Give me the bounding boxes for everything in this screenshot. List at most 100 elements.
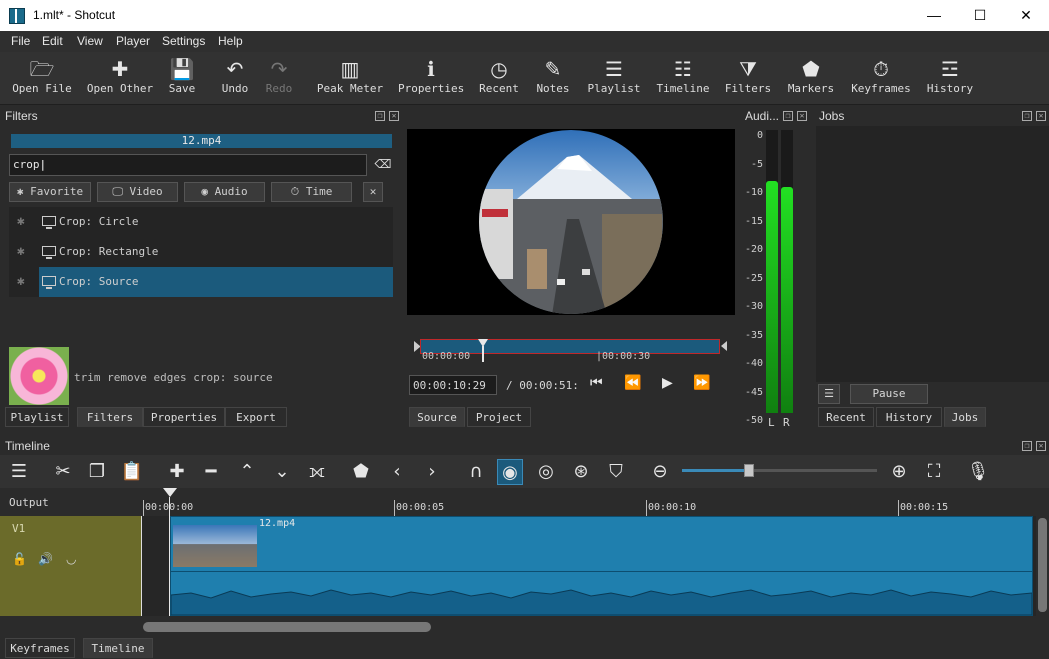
menu-player[interactable]: Player (116, 34, 150, 48)
paste-icon[interactable]: 📋 (119, 459, 145, 485)
time-filter-chip[interactable]: ⏱ Time (271, 182, 352, 202)
fast-forward-icon[interactable]: ⏩ (693, 375, 710, 391)
zoom-slider[interactable] (682, 464, 877, 477)
zoom-slider-handle[interactable] (744, 464, 754, 477)
zoom-in-icon[interactable]: ⊕ (886, 459, 912, 485)
play-icon[interactable]: ▶ (662, 375, 673, 391)
float-panel-icon[interactable]: ❐ (1022, 111, 1032, 121)
close-panel-icon[interactable]: ✕ (1036, 441, 1046, 451)
scrub-eye-icon[interactable]: ◉ (497, 459, 523, 485)
split-icon[interactable]: ⟗ (304, 459, 330, 485)
tab-recent[interactable]: Recent (818, 407, 874, 427)
track-header-v1[interactable]: V1 🔓 🔊 ◡ (0, 516, 141, 616)
vertical-scrollbar[interactable] (1036, 516, 1049, 616)
tab-jobs[interactable]: Jobs (944, 407, 986, 427)
menu-settings[interactable]: Settings (162, 34, 205, 48)
favorite-filter-chip[interactable]: ✱ Favorite (9, 182, 91, 202)
notes-button[interactable]: ✎ Notes (533, 56, 573, 95)
properties-button[interactable]: ℹ Properties (398, 56, 464, 95)
hide-eye-icon[interactable]: ◡ (66, 552, 76, 566)
video-filter-chip[interactable]: 🖵 Video (97, 182, 178, 202)
ripple-icon[interactable]: ◎ (533, 459, 559, 485)
open-other-button[interactable]: ✚ Open Other (86, 56, 154, 95)
overwrite-icon[interactable]: ⌄ (269, 459, 295, 485)
close-filter-chip[interactable]: ✕ (363, 182, 383, 202)
clip-12-mp4[interactable]: 12.mp4 (170, 516, 1033, 616)
microphone-icon[interactable]: 🎙 (965, 459, 991, 485)
previous-marker-icon[interactable]: ‹ (384, 459, 410, 485)
out-point-handle[interactable] (721, 341, 727, 351)
tab-project[interactable]: Project (467, 407, 531, 427)
tab-history[interactable]: History (876, 407, 942, 427)
favorite-star-icon[interactable]: ✱ (17, 237, 25, 267)
current-time-field[interactable]: 00:00:10:29 (409, 375, 497, 395)
append-icon[interactable]: ✚ (164, 459, 190, 485)
close-panel-icon[interactable]: ✕ (1036, 111, 1046, 121)
clear-search-icon[interactable]: ⌫ (374, 157, 392, 171)
next-marker-icon[interactable]: › (419, 459, 445, 485)
tab-source[interactable]: Source (409, 407, 465, 427)
filters-button[interactable]: ⧩ Filters (724, 56, 772, 95)
mute-speaker-icon[interactable]: 🔊 (38, 552, 53, 566)
timeline-ruler[interactable]: 00:00:00 00:00:05 00:00:10 00:00:15 (141, 488, 1036, 516)
remove-icon[interactable]: ━ (198, 459, 224, 485)
video-viewer[interactable] (407, 129, 735, 315)
lock-icon[interactable]: 🔓 (12, 552, 27, 566)
tab-playlist[interactable]: Playlist (5, 407, 69, 427)
skip-previous-icon[interactable]: ⏮ (590, 375, 603, 391)
undo-button[interactable]: ↶ Undo (218, 56, 252, 95)
float-panel-icon[interactable]: ❐ (375, 111, 385, 121)
float-panel-icon[interactable]: ❐ (783, 111, 793, 121)
menu-edit[interactable]: Edit (42, 34, 63, 48)
jobs-menu-icon[interactable]: ☰ (818, 384, 840, 404)
timeline-menu-icon[interactable]: ☰ (6, 459, 32, 485)
ripple-all-icon[interactable]: ⊛ (568, 459, 594, 485)
tab-filters[interactable]: Filters (77, 407, 143, 427)
rewind-icon[interactable]: ⏪ (624, 375, 641, 391)
menu-view[interactable]: View (77, 34, 103, 48)
copy-icon[interactable]: ❐ (84, 459, 110, 485)
redo-button[interactable]: ↷ Redo (262, 56, 296, 95)
tab-export[interactable]: Export (225, 407, 287, 427)
marker-icon[interactable]: ⬟ (348, 459, 374, 485)
snap-magnet-icon[interactable]: ∩ (463, 459, 489, 485)
pause-jobs-button[interactable]: Pause (850, 384, 928, 404)
tab-properties[interactable]: Properties (143, 407, 225, 427)
float-panel-icon[interactable]: ❐ (1022, 441, 1032, 451)
jobs-panel-title: Jobs (819, 109, 845, 123)
audio-filter-chip[interactable]: ◉ Audio (184, 182, 265, 202)
ripple-markers-icon[interactable]: ⛉ (603, 459, 629, 485)
tab-timeline[interactable]: Timeline (83, 638, 153, 658)
close-panel-icon[interactable]: ✕ (797, 111, 807, 121)
favorite-star-icon[interactable]: ✱ (17, 207, 25, 237)
menu-file[interactable]: File (11, 34, 30, 48)
peak-meter-button[interactable]: ▥ Peak Meter (316, 56, 384, 95)
recent-button[interactable]: ◷ Recent (477, 56, 521, 95)
timeline-playhead[interactable] (163, 488, 177, 497)
history-button[interactable]: ☲ History (926, 56, 974, 95)
lift-icon[interactable]: ⌃ (234, 459, 260, 485)
zoom-fit-icon[interactable]: ⛶ (921, 459, 947, 485)
horizontal-scrollbar[interactable] (141, 619, 1036, 635)
maximize-button[interactable]: ☐ (957, 0, 1003, 31)
favorite-star-icon[interactable]: ✱ (17, 267, 25, 297)
zoom-out-icon[interactable]: ⊖ (647, 459, 673, 485)
filter-search-input[interactable]: crop| (9, 154, 367, 176)
timeline-button[interactable]: ☷ Timeline (655, 56, 711, 95)
close-panel-icon[interactable]: ✕ (389, 111, 399, 121)
minimize-button[interactable]: — (911, 0, 957, 31)
scrollbar-thumb[interactable] (143, 622, 431, 632)
tab-keyframes[interactable]: Keyframes (5, 638, 75, 658)
playlist-button[interactable]: ☰ Playlist (587, 56, 641, 95)
save-button[interactable]: 💾 Save (165, 56, 199, 95)
filter-item-crop-source[interactable]: ✱ Crop: Source (9, 267, 393, 297)
markers-button[interactable]: ⬟ Markers (786, 56, 836, 95)
menu-help[interactable]: Help (218, 34, 243, 48)
close-button[interactable]: ✕ (1003, 0, 1049, 31)
keyframes-button[interactable]: ⏱ Keyframes (851, 56, 911, 95)
filter-item-crop-circle[interactable]: ✱ Crop: Circle (9, 207, 393, 237)
cut-icon[interactable]: ✂ (50, 459, 76, 485)
filter-item-crop-rectangle[interactable]: ✱ Crop: Rectangle (9, 237, 393, 267)
open-file-button[interactable]: 🗁 Open File (12, 56, 72, 95)
duration-label: / 00:00:51: (506, 379, 579, 392)
